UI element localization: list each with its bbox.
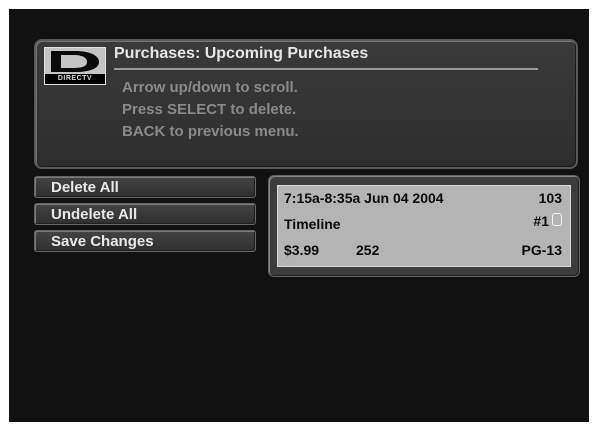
delete-all-button[interactable]: Delete All (34, 176, 256, 198)
instruction-scroll: Arrow up/down to scroll. (122, 79, 298, 96)
header-panel: DIRECTV Purchases: Upcoming Purchases Ar… (34, 39, 578, 169)
purchase-detail-card[interactable]: 7:15a-8:35a Jun 04 2004 103 Timeline #1 … (268, 175, 580, 277)
directv-d-logo-icon (45, 48, 105, 74)
instruction-delete: Press SELECT to delete. (122, 101, 297, 118)
instruction-back: BACK to previous menu. (122, 123, 299, 140)
purchase-detail-content: 7:15a-8:35a Jun 04 2004 103 Timeline #1 … (277, 185, 571, 267)
purchase-time-date: 7:15a-8:35a Jun 04 2004 (284, 190, 444, 206)
purchase-rating: PG-13 (521, 242, 562, 258)
lock-icon (552, 213, 562, 226)
purchase-price: $3.99 (284, 242, 320, 258)
page-title: Purchases: Upcoming Purchases (114, 45, 369, 62)
purchase-code: 252 (356, 242, 380, 258)
tv-screen: DIRECTV Purchases: Upcoming Purchases Ar… (9, 9, 589, 422)
save-changes-button[interactable]: Save Changes (34, 230, 256, 252)
title-divider (114, 68, 538, 70)
purchase-rank: #1 (533, 213, 549, 229)
directv-logo: DIRECTV (44, 47, 106, 85)
undelete-all-button[interactable]: Undelete All (34, 203, 256, 225)
purchase-title: Timeline (284, 216, 341, 232)
logo-text: DIRECTV (45, 74, 105, 84)
purchase-channel: 103 (538, 190, 562, 206)
